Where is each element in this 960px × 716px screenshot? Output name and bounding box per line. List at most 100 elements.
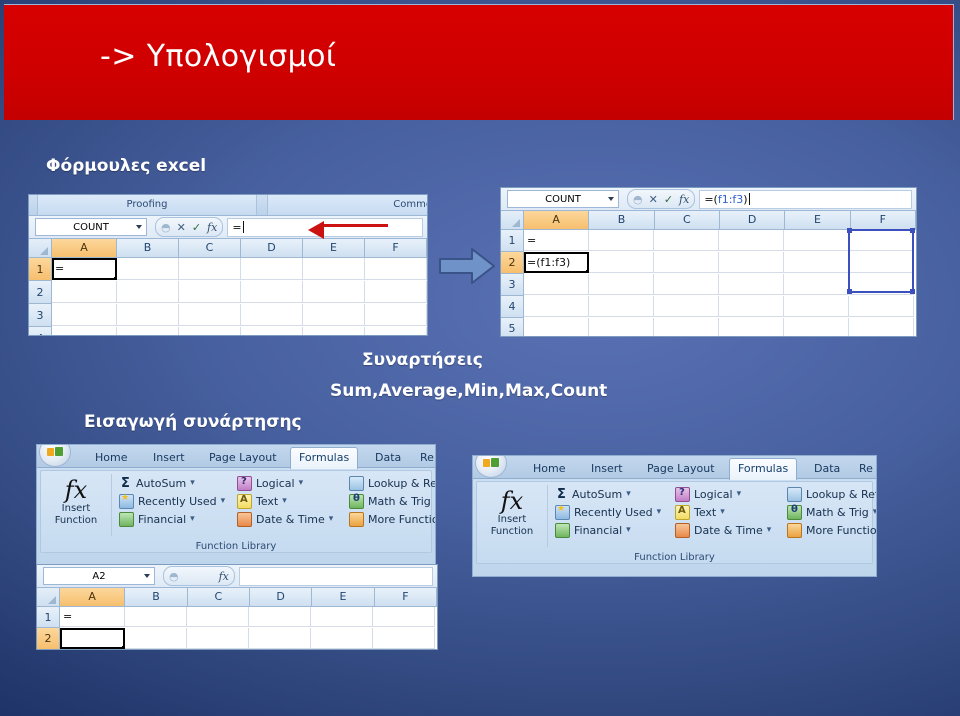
chevron-down-icon[interactable]: ▾: [329, 514, 334, 524]
tab-review[interactable]: Re: [412, 448, 435, 467]
cell-e5[interactable]: [784, 318, 849, 336]
insert-function-icon[interactable]: fx: [219, 571, 229, 582]
chevron-down-icon[interactable]: ▾: [873, 507, 876, 517]
cell-f1[interactable]: [373, 607, 435, 627]
insert-function-orb-icon[interactable]: ◓: [633, 194, 643, 205]
recently-used-button[interactable]: Recently Used ▾: [119, 492, 231, 510]
cell-c4[interactable]: [179, 327, 241, 335]
row-header-2[interactable]: 2: [29, 281, 52, 304]
cell-e1[interactable]: [311, 607, 373, 627]
cell-b2[interactable]: [117, 281, 179, 303]
chevron-down-icon[interactable]: ▾: [190, 478, 195, 488]
chevron-down-icon[interactable]: ▾: [626, 489, 631, 499]
cell-e2[interactable]: [784, 252, 849, 273]
cell-a1[interactable]: =: [524, 230, 589, 251]
name-box-after[interactable]: COUNT: [507, 190, 619, 208]
cell-d1[interactable]: [241, 258, 303, 280]
ribbon-group-proofing[interactable]: Proofing: [37, 195, 257, 215]
chevron-down-icon[interactable]: ▾: [720, 507, 725, 517]
chevron-down-icon[interactable]: [608, 197, 614, 201]
lookup-reference-button[interactable]: Lookup & Reference ▾: [787, 485, 876, 503]
row-header-4[interactable]: 4: [501, 296, 524, 318]
cell-f1[interactable]: [365, 258, 427, 280]
row-header-2[interactable]: 2: [501, 252, 524, 274]
row-header-1[interactable]: 1: [29, 258, 52, 281]
chevron-down-icon[interactable]: ▾: [626, 525, 631, 535]
cell-d1[interactable]: [249, 607, 311, 627]
cell-c3[interactable]: [654, 274, 719, 295]
cell-a4[interactable]: [52, 327, 117, 335]
chevron-down-icon[interactable]: ▾: [299, 478, 304, 488]
cell-a2[interactable]: [52, 281, 117, 303]
name-box-bottom[interactable]: A2: [43, 567, 155, 585]
cell-b4[interactable]: [117, 327, 179, 335]
recently-used-button[interactable]: Recently Used ▾: [555, 503, 669, 521]
chevron-down-icon[interactable]: ▾: [657, 507, 662, 517]
tab-data[interactable]: Data: [806, 459, 848, 478]
cancel-formula-icon[interactable]: ✕: [177, 222, 186, 233]
cell-d1[interactable]: [719, 230, 784, 251]
column-header-d[interactable]: D: [719, 211, 786, 230]
cell-b4[interactable]: [589, 296, 654, 317]
tab-page-layout[interactable]: Page Layout: [201, 448, 285, 467]
accept-formula-icon[interactable]: ✓: [192, 222, 201, 233]
column-header-d[interactable]: D: [240, 239, 303, 258]
logical-button[interactable]: Logical ▾: [237, 474, 343, 492]
column-header-c[interactable]: C: [187, 588, 250, 607]
column-header-f[interactable]: F: [365, 239, 427, 258]
column-header-e[interactable]: E: [785, 211, 851, 230]
cell-c3[interactable]: [179, 304, 241, 326]
tab-insert[interactable]: Insert: [145, 448, 193, 467]
cell-d2[interactable]: [241, 281, 303, 303]
insert-function-orb-icon[interactable]: ◓: [161, 222, 171, 233]
tab-formulas[interactable]: Formulas: [290, 447, 359, 469]
financial-button[interactable]: Financial ▾: [555, 521, 669, 539]
text-button[interactable]: Text ▾: [675, 503, 781, 521]
column-header-a[interactable]: A: [52, 239, 117, 258]
cancel-formula-icon[interactable]: ✕: [649, 194, 658, 205]
cell-e2[interactable]: [311, 628, 373, 649]
cell-c2[interactable]: [187, 628, 249, 649]
ribbon-group-comments[interactable]: Comme: [267, 195, 427, 215]
cell-a5[interactable]: [524, 318, 589, 336]
cell-e1[interactable]: [303, 258, 365, 280]
logical-button[interactable]: Logical ▾: [675, 485, 781, 503]
cell-b2[interactable]: [589, 252, 654, 273]
column-header-f[interactable]: F: [850, 211, 916, 230]
cell-f2[interactable]: [849, 252, 914, 273]
select-all-corner[interactable]: [37, 588, 60, 607]
date-time-button[interactable]: Date & Time ▾: [675, 521, 781, 539]
cell-d3[interactable]: [241, 304, 303, 326]
row-header-2[interactable]: 2: [37, 628, 60, 649]
chevron-down-icon[interactable]: [136, 225, 142, 229]
row-header-1[interactable]: 1: [37, 607, 60, 628]
formula-input-bottom[interactable]: [238, 566, 433, 586]
column-header-d[interactable]: D: [250, 588, 313, 607]
math-trig-button[interactable]: Math & Trig ▾: [787, 503, 876, 521]
column-header-a[interactable]: A: [60, 588, 126, 607]
cell-e1[interactable]: [784, 230, 849, 251]
chevron-down-icon[interactable]: ▾: [767, 525, 772, 535]
insert-function-icon[interactable]: fx: [207, 222, 217, 233]
cell-b1[interactable]: [589, 230, 654, 251]
row-header-5[interactable]: 5: [501, 318, 524, 336]
insert-function-button[interactable]: fx Insert Function: [483, 488, 541, 538]
chevron-down-icon[interactable]: ▾: [282, 496, 287, 506]
column-header-a[interactable]: A: [524, 211, 590, 230]
column-header-b[interactable]: B: [125, 588, 188, 607]
row-header-3[interactable]: 3: [29, 304, 52, 327]
column-header-e[interactable]: E: [312, 588, 375, 607]
insert-function-button[interactable]: fx Insert Function: [47, 477, 105, 527]
cell-e3[interactable]: [784, 274, 849, 295]
lookup-reference-button[interactable]: Lookup & Reference ▾: [349, 474, 435, 492]
cell-e4[interactable]: [784, 296, 849, 317]
cell-a2[interactable]: =(f1:f3): [524, 252, 589, 273]
cell-a3[interactable]: [52, 304, 117, 326]
more-functions-button[interactable]: More Functions ▾: [349, 510, 435, 528]
accept-formula-icon[interactable]: ✓: [664, 194, 673, 205]
office-orb-icon[interactable]: [475, 456, 507, 478]
cell-c5[interactable]: [654, 318, 719, 336]
cell-f3[interactable]: [365, 304, 427, 326]
insert-function-icon[interactable]: fx: [679, 194, 689, 205]
tab-home[interactable]: Home: [525, 459, 573, 478]
